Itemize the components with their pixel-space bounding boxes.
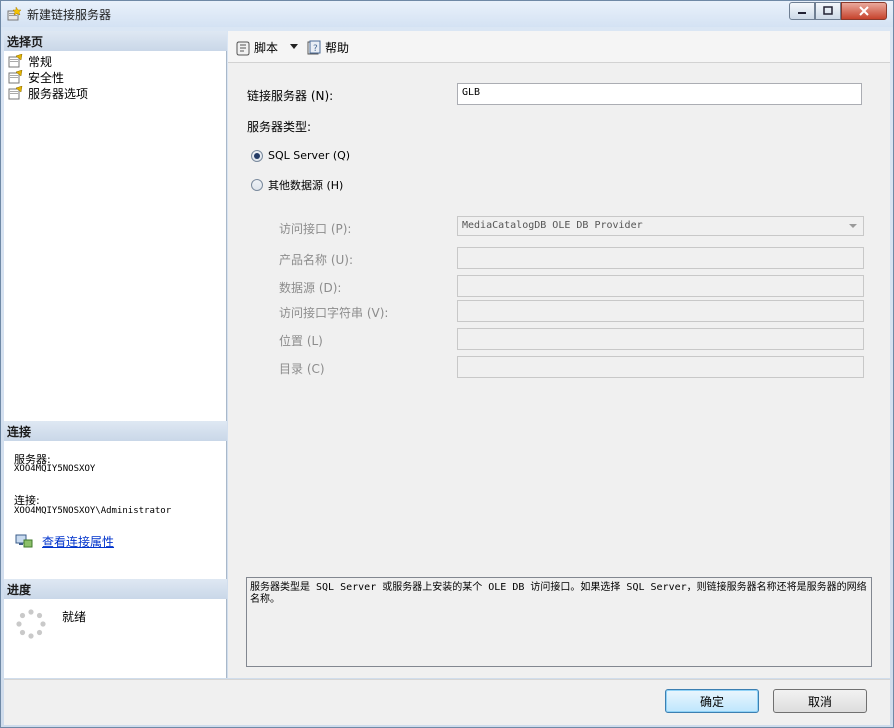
product-name-label: 产品名称 (U):: [279, 253, 354, 267]
help-icon: ?: [307, 40, 321, 54]
script-button[interactable]: 脚本: [235, 39, 278, 56]
page-icon: [8, 54, 23, 68]
connection-value: XOO4MQIY5NOSXOY\Administrator: [14, 506, 172, 516]
connection-properties-icon: [15, 534, 33, 548]
connection-header: 连接: [4, 421, 227, 441]
button-bar: 确定 取消: [4, 679, 890, 725]
radio-unchecked-icon: [251, 179, 263, 191]
chevron-down-icon: [849, 224, 857, 228]
close-button[interactable]: [841, 2, 887, 20]
progress-spinner-icon: [16, 609, 46, 639]
minimize-icon: [798, 12, 806, 14]
maximize-button[interactable]: [815, 2, 841, 20]
help-button[interactable]: ? 帮助: [306, 39, 349, 56]
radio-other-data-source[interactable]: 其他数据源 (H): [251, 177, 343, 193]
location-label: 位置 (L): [279, 334, 323, 348]
svg-text:?: ?: [313, 44, 318, 54]
help-label: 帮助: [325, 41, 350, 55]
window-title: 新建链接服务器: [27, 8, 112, 22]
server-value: XOO4MQIY5NOSXOY: [14, 464, 96, 474]
radio-checked-icon: [251, 149, 263, 162]
description-box: 服务器类型是 SQL Server 或服务器上安装的某个 OLE DB 访问接口…: [246, 577, 872, 667]
catalog-label: 目录 (C): [279, 362, 325, 376]
minimize-button[interactable]: [789, 2, 815, 20]
provider-select[interactable]: MediaCatalogDB OLE DB Provider: [457, 216, 864, 236]
provider-string-input[interactable]: [457, 300, 864, 322]
app-icon: [6, 6, 22, 22]
page-icon: [8, 86, 23, 100]
linked-server-label: 链接服务器 (N):: [247, 89, 334, 103]
dialog-window: 新建链接服务器 选择页 常规 安全性 服务器选项 连接 服务器: XOO4MQI…: [0, 0, 894, 728]
product-name-input[interactable]: [457, 247, 864, 269]
cancel-button[interactable]: 取消: [773, 689, 867, 713]
script-icon: [236, 41, 250, 55]
script-label: 脚本: [254, 41, 279, 55]
radio-sql-server[interactable]: SQL Server (Q): [251, 149, 350, 162]
server-type-label: 服务器类型:: [247, 120, 312, 134]
view-connection-properties-link[interactable]: 查看连接属性: [42, 533, 114, 550]
radio-sql-server-label: SQL Server (Q): [268, 149, 351, 162]
page-item-general[interactable]: 常规: [8, 53, 52, 69]
page-item-server-options[interactable]: 服务器选项: [8, 85, 88, 101]
ok-button[interactable]: 确定: [665, 689, 759, 713]
page-item-label: 服务器选项: [28, 86, 89, 101]
radio-other-data-source-label: 其他数据源 (H): [268, 179, 344, 192]
maximize-icon: [823, 6, 833, 15]
progress-header: 进度: [4, 579, 227, 599]
progress-status: 就绪: [62, 610, 87, 624]
chevron-down-icon[interactable]: [290, 44, 298, 49]
select-page-header: 选择页: [4, 31, 227, 51]
data-source-label: 数据源 (D):: [279, 281, 342, 295]
provider-string-label: 访问接口字符串 (V):: [279, 306, 389, 320]
location-input[interactable]: [457, 328, 864, 350]
toolbar: 脚本 ? 帮助: [228, 31, 890, 63]
page-icon: [8, 70, 23, 84]
page-item-label: 常规: [28, 54, 53, 69]
page-item-label: 安全性: [28, 70, 65, 85]
page-item-security[interactable]: 安全性: [8, 69, 64, 85]
left-pane: 选择页 常规 安全性 服务器选项 连接 服务器: XOO4MQIY5NOSXOY…: [4, 31, 227, 678]
right-pane: 脚本 ? 帮助 链接服务器 (N): GLB 服务器类型: SQL Server…: [228, 31, 890, 678]
form-content: 链接服务器 (N): GLB 服务器类型: SQL Server (Q) 其他数…: [228, 63, 890, 678]
data-source-input[interactable]: [457, 275, 864, 297]
catalog-input[interactable]: [457, 356, 864, 378]
provider-selected-value: MediaCatalogDB OLE DB Provider: [462, 220, 643, 231]
title-bar[interactable]: 新建链接服务器: [1, 1, 893, 27]
close-icon: [859, 6, 869, 16]
provider-label: 访问接口 (P):: [279, 222, 352, 236]
linked-server-input[interactable]: GLB: [457, 83, 862, 105]
